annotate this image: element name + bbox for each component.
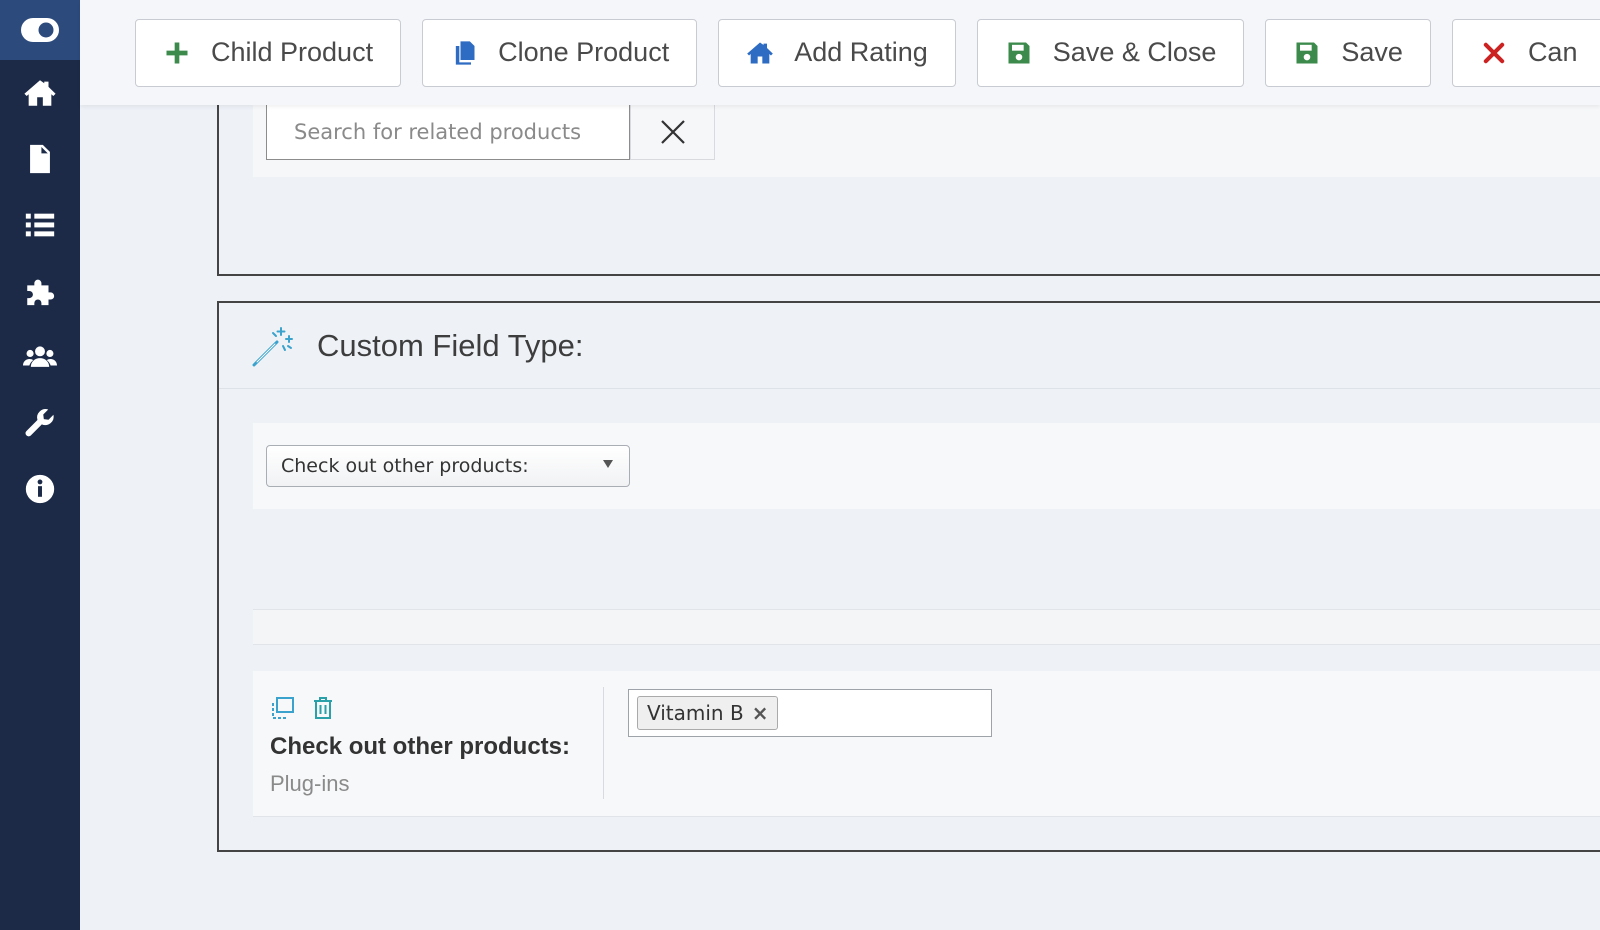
child-product-label: Child Product	[211, 37, 374, 67]
clear-search-button[interactable]	[630, 104, 715, 160]
sidebar-item-system[interactable]	[0, 390, 80, 456]
toolbar: Child Product Clone Product Add Rating S…	[80, 0, 1600, 105]
related-products-tag-input[interactable]: Vitamin B ×	[628, 689, 992, 737]
wrench-icon	[25, 409, 54, 437]
field-label: Check out other products:	[270, 733, 571, 760]
users-icon	[23, 346, 57, 367]
field-sublabel: Plug-ins	[270, 771, 350, 796]
field-type-select[interactable]: Check out other products:	[266, 445, 630, 487]
related-search-input[interactable]: Search for related products	[266, 104, 630, 160]
field-separator	[603, 687, 604, 799]
save-close-label: Save & Close	[1052, 37, 1217, 67]
custom-field-row: Check out other products: Plug-ins Vitam…	[253, 671, 1600, 817]
save-close-button[interactable]: Save & Close	[976, 18, 1245, 87]
add-rating-button[interactable]: Add Rating	[718, 18, 956, 87]
copy-icon	[450, 39, 478, 67]
sidebar	[0, 0, 80, 930]
sidebar-item-home[interactable]	[0, 60, 80, 126]
sidebar-item-components[interactable]	[0, 258, 80, 324]
save-icon	[1005, 39, 1033, 67]
child-product-button[interactable]: Child Product	[135, 18, 402, 87]
info-icon	[25, 474, 55, 504]
save-icon	[1293, 39, 1321, 67]
clone-product-button[interactable]: Clone Product	[422, 18, 698, 87]
sidebar-item-users[interactable]	[0, 324, 80, 390]
cancel-label: Can	[1527, 37, 1578, 67]
sidebar-item-help[interactable]	[0, 456, 80, 522]
field-tools	[270, 695, 336, 721]
sidebar-item-content[interactable]	[0, 126, 80, 192]
close-icon	[660, 120, 685, 144]
plus-icon	[163, 39, 191, 67]
related-search-row: Search for related products	[253, 102, 1600, 177]
document-icon	[30, 144, 50, 174]
add-rating-label: Add Rating	[794, 37, 928, 67]
tag-label: Vitamin B	[647, 701, 744, 725]
related-search-placeholder: Search for related products	[294, 120, 582, 144]
field-type-row: Check out other products:	[253, 423, 1600, 509]
list-icon	[25, 213, 55, 237]
menu-toggle[interactable]	[0, 0, 80, 60]
save-label: Save	[1341, 37, 1403, 67]
custom-field-title: Custom Field Type:	[317, 327, 584, 363]
puzzle-icon	[27, 279, 55, 306]
magic-wand-icon	[252, 326, 293, 366]
clone-field-icon[interactable]	[270, 695, 296, 721]
remove-tag-icon[interactable]: ×	[752, 701, 769, 725]
chevron-down-icon	[603, 460, 613, 468]
close-icon	[1480, 39, 1508, 67]
cancel-button[interactable]: Can	[1451, 18, 1600, 87]
toggle-icon	[21, 18, 59, 42]
save-button[interactable]: Save	[1265, 18, 1431, 87]
section-divider	[253, 609, 1600, 645]
sidebar-item-menus[interactable]	[0, 192, 80, 258]
trash-icon[interactable]	[310, 695, 336, 721]
field-type-selected-value: Check out other products:	[281, 455, 529, 477]
custom-field-panel: Custom Field Type: Check out other produ…	[217, 301, 1600, 852]
custom-field-header: Custom Field Type:	[219, 303, 1600, 389]
tag-chip: Vitamin B ×	[637, 696, 779, 730]
home-icon	[746, 39, 774, 67]
home-icon	[24, 80, 56, 106]
clone-product-label: Clone Product	[498, 37, 670, 67]
